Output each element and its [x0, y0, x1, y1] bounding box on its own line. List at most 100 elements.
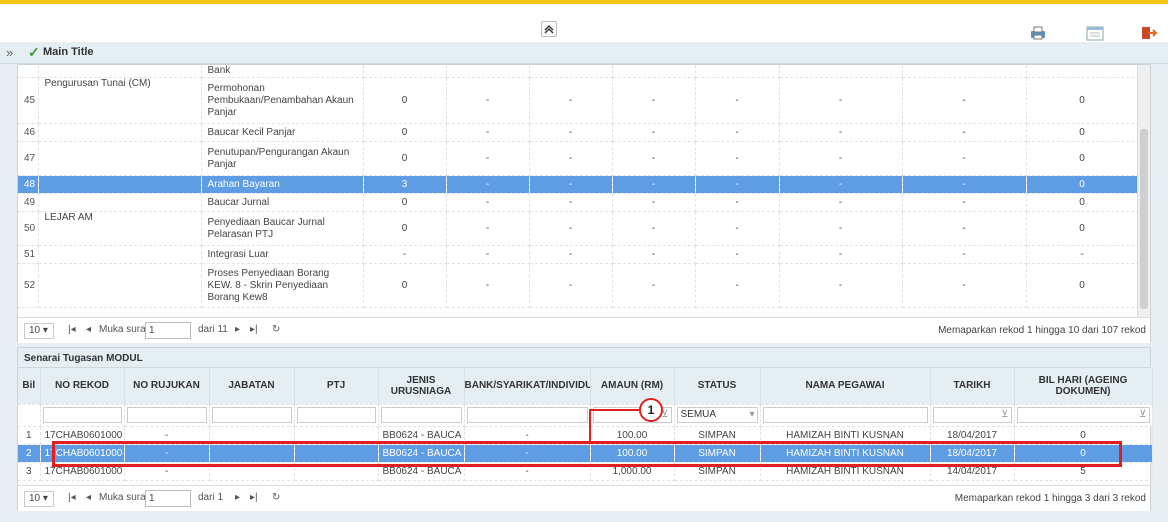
refresh-icon[interactable]: ↻ [272, 492, 280, 503]
task-page-number-input[interactable]: 1 [145, 490, 191, 507]
filter-input[interactable]: ⊻ [932, 407, 1012, 423]
task-header-11[interactable]: BIL HARI (AGEING DOKUMEN) [1014, 368, 1153, 405]
filter-input[interactable] [466, 407, 588, 423]
filter-input[interactable]: ⊻ [1016, 407, 1150, 423]
task-panel-title: Senarai Tugasan MODUL [18, 348, 1150, 368]
module-cell-v8 [1026, 65, 1139, 78]
module-cell-d4: - [695, 175, 780, 194]
module-cell-d3 [612, 65, 696, 78]
module-cell-v0: 0 [363, 263, 447, 308]
module-cell-cat [38, 175, 202, 194]
first-page-icon[interactable]: |◂ [68, 324, 76, 335]
filter-input[interactable] [380, 407, 462, 423]
module-summary-table: Bank 45 Pengurusan Tunai (CM) Permohonan Pe… [18, 65, 1139, 308]
task-header-8[interactable]: STATUS [674, 368, 761, 405]
filter-input[interactable] [296, 407, 376, 423]
module-table-scrollbar[interactable] [1137, 65, 1150, 317]
record-info: Memaparkan rekod 1 hingga 10 dari 107 re… [938, 325, 1146, 336]
module-cell-no: 49 [18, 193, 39, 212]
last-page-icon[interactable]: ▸| [250, 492, 258, 503]
task-header-3[interactable]: JABATAN [209, 368, 295, 405]
module-cell-item: Penyediaan Baucar Jurnal Pelarasan PTJ [201, 211, 364, 246]
module-cell-d2: - [529, 123, 613, 142]
first-page-icon[interactable]: |◂ [68, 492, 76, 503]
module-cell-cat: LEJAR AM [38, 211, 202, 246]
module-cell-item: Arahan Bayaran [201, 175, 364, 194]
logout-button[interactable] [1140, 25, 1160, 41]
scrollbar-thumb[interactable] [1140, 129, 1148, 309]
refresh-icon[interactable]: ↻ [272, 324, 280, 335]
module-cell-no: 47 [18, 141, 39, 176]
module-cell-v0: 3 [363, 175, 447, 194]
filter-funnel-icon[interactable]: ⊻ [1139, 409, 1146, 420]
module-row[interactable]: 47 Penutupan/Pengurangan Akaun Panjar 0- - -… [18, 141, 1139, 176]
task-header-9[interactable]: NAMA PEGAWAI [760, 368, 931, 405]
module-cell-item: Integrasi Luar [201, 245, 364, 264]
module-row[interactable]: 49 Baucar Jurnal 0- - - - - -0 [18, 193, 1139, 212]
module-cell-d2: - [529, 263, 613, 308]
task-page-size-select[interactable]: 10 ▾ [24, 491, 54, 507]
page-number-input[interactable]: 1 [145, 322, 191, 339]
filter-cell [209, 404, 295, 427]
task-header-10[interactable]: TARIKH [930, 368, 1015, 405]
task-header-2[interactable]: NO RUJUKAN [124, 368, 210, 405]
expand-sidebar-icon[interactable]: » [6, 45, 13, 60]
module-cell-d1: - [446, 193, 530, 212]
module-cell-d1: - [446, 211, 530, 246]
last-page-icon[interactable]: ▸| [250, 324, 258, 335]
task-header-1[interactable]: NO REKOD [40, 368, 125, 405]
highlight-box [52, 441, 1122, 467]
module-cell-item: Penutupan/Pengurangan Akaun Panjar [201, 141, 364, 176]
module-cell-v8: 0 [1026, 263, 1139, 308]
module-cell-d1 [446, 65, 530, 78]
module-cell-d4: - [695, 141, 780, 176]
prev-page-icon[interactable]: ◂ [86, 492, 91, 503]
filter-input[interactable]: SEMUA ▾ [676, 407, 758, 423]
module-table-pager: 10 ▾ |◂ ◂ Muka surat 1 dari 11 ▸ ▸| ↻ Me… [18, 317, 1150, 343]
module-cell-d2: - [529, 193, 613, 212]
task-header-7[interactable]: AMAUN (RM) [590, 368, 675, 405]
task-header-5[interactable]: JENIS URUSNIAGA [378, 368, 465, 405]
printer-icon [1031, 26, 1045, 40]
module-cell-v8: 0 [1026, 77, 1139, 124]
task-cell-bil: 1 [18, 426, 41, 445]
module-row[interactable]: 45 Pengurusan Tunai (CM) Permohonan Pembuk… [18, 77, 1139, 124]
module-cell-d6: - [902, 123, 1027, 142]
filter-cell [464, 404, 591, 427]
prev-page-icon[interactable]: ◂ [86, 324, 91, 335]
next-page-icon[interactable]: ▸ [235, 324, 240, 335]
print-button[interactable] [1029, 25, 1049, 41]
task-header-0[interactable]: Bil [18, 368, 41, 405]
module-cell-v8: 0 [1026, 211, 1139, 246]
status-filter-select[interactable]: SEMUA [678, 408, 757, 422]
filter-row: ⊻ SEMUA ▾ ⊻ ⊻ [18, 404, 1153, 427]
task-header-6[interactable]: BANK/SYARIKAT/INDIVIDU [464, 368, 591, 405]
module-cell-v0 [363, 65, 447, 78]
page-count-label: dari 1 [198, 492, 224, 503]
filter-input[interactable] [762, 407, 928, 423]
module-cell-item: Baucar Kecil Panjar [201, 123, 364, 142]
module-cell-d5: - [779, 77, 903, 124]
module-row[interactable]: 52 Proses Penyediaan Borang KEW. 8 - Skri… [18, 263, 1139, 308]
module-row[interactable]: 46 Baucar Kecil Panjar 0- - - - - -0 [18, 123, 1139, 142]
module-row[interactable]: Bank [18, 65, 1139, 78]
module-cell-d2 [529, 65, 613, 78]
filter-input[interactable] [42, 407, 122, 423]
module-row[interactable]: 50 LEJAR AM Penyediaan Baucar Jurnal Pelar… [18, 211, 1139, 246]
module-cell-d4: - [695, 77, 780, 124]
calendar-button[interactable] [1086, 25, 1106, 41]
module-row[interactable]: 51 Integrasi Luar - - - - - - - - [18, 245, 1139, 264]
module-cell-d6: - [902, 211, 1027, 246]
filter-input[interactable] [211, 407, 292, 423]
module-cell-d1: - [446, 175, 530, 194]
filter-cell: ⊻ [1014, 404, 1153, 427]
filter-input[interactable] [126, 407, 207, 423]
next-page-icon[interactable]: ▸ [235, 492, 240, 503]
filter-funnel-icon[interactable]: ⊻ [1001, 409, 1008, 420]
collapse-header-button[interactable] [541, 21, 557, 37]
callout-line [589, 409, 591, 441]
module-cell-cat: Pengurusan Tunai (CM) [38, 77, 202, 124]
module-row[interactable]: 48 Arahan Bayaran 3- - - - - -0 [18, 175, 1139, 194]
task-header-4[interactable]: PTJ [294, 368, 379, 405]
page-size-select[interactable]: 10 ▾ [24, 323, 54, 339]
